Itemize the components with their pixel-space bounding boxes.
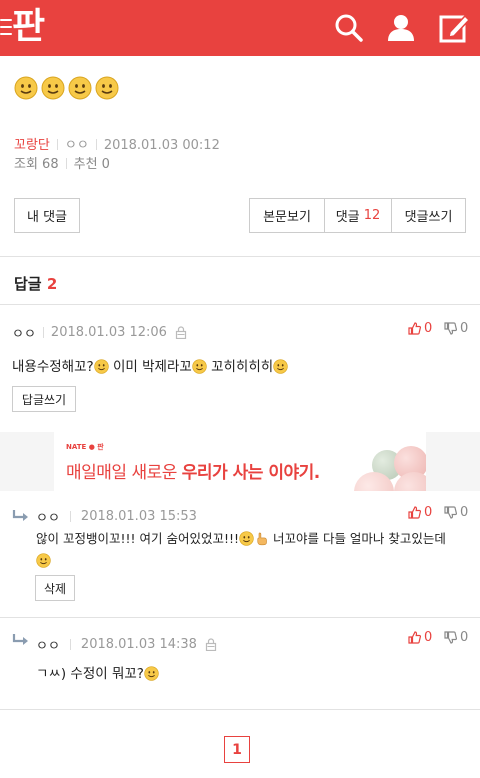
comment-text-part: 않이 꼬정뱅이꼬!!! 여기 숨어있었꼬!!! [36,531,239,546]
thumbs-up-icon [408,322,421,335]
comment-text: 않이 꼬정뱅이꼬!!! 여기 숨어있었꼬!!! 너꼬야를 다들 얼마나 찾고있는… [36,528,472,572]
ad-text-plain: 매일매일 새로운 [66,463,182,483]
smile-emoji-icon [95,76,119,100]
replies-count: 2 [46,275,58,293]
comment-nickname: ㅇㅇ [12,326,36,342]
upvote-button[interactable]: 0 [408,505,432,520]
post-meta: 꼬랑단 ㅇㅇ 2018.01.03 00:12 [14,134,220,153]
ad-text: 매일매일 새로운 우리가 사는 이야기. [66,458,320,483]
comment-header: ㅇㅇ 2018.01.03 12:06 [12,322,187,342]
thumbs-down-icon [444,631,457,644]
upvote-count: 0 [424,505,433,520]
reply-arrow-icon [12,633,30,647]
post-title [14,76,122,102]
post-author[interactable]: 꼬랑단 [14,138,50,153]
post-stats: 조회 68 추천 0 [14,153,110,172]
comment-text: ㄱㅆ) 수정이 뭐꼬? [36,663,159,685]
reply-write-button[interactable]: 답글쓰기 [12,386,76,412]
comment-nickname: ㅇㅇ [36,510,60,526]
smile-emoji-icon [273,359,288,374]
divider [65,158,67,169]
ad-text-bold: 우리가 사는 이야기. [181,463,320,483]
ad-banner-inner[interactable]: NATE ● 판 매일매일 새로운 우리가 사는 이야기. [54,432,426,491]
write-icon[interactable] [438,12,470,44]
divider [69,638,71,650]
smile-emoji-icon [94,359,109,374]
ad-banner[interactable]: NATE ● 판 매일매일 새로운 우리가 사는 이야기. [0,432,480,491]
my-comments-button[interactable]: 내 댓글 [14,198,80,233]
smile-emoji-icon [68,76,92,100]
lock-icon [175,325,187,339]
ad-brand: NATE ● 판 [66,443,104,451]
comment-text-part: 내용수정해꼬? [12,359,94,375]
post-recommends: 추천 0 [73,157,110,172]
comment-date: 2018.01.03 15:53 [80,508,197,524]
upvote-button[interactable]: 0 [408,321,432,336]
comments-label: 댓글 [335,210,360,225]
divider [0,256,480,257]
thumbs-down-icon [444,506,457,519]
comment-nickname: ㅇㅇ [36,638,60,654]
write-comment-button[interactable]: 댓글쓰기 [392,199,465,232]
thumbs-up-icon [408,506,421,519]
page-1-button[interactable]: 1 [224,736,250,763]
smile-emoji-icon [36,553,51,568]
smile-emoji-icon [192,359,207,374]
comments-button[interactable]: 댓글 12 [325,199,392,232]
upvote-count: 0 [424,630,433,645]
thumbs-down-icon [444,322,457,335]
downvote-button[interactable]: 0 [444,321,468,336]
post-date: 2018.01.03 00:12 [103,138,220,153]
downvote-count: 0 [460,505,469,520]
comments-count: 12 [363,208,381,223]
smile-emoji-icon [14,76,38,100]
reply-arrow-icon [12,509,30,523]
divider [42,326,44,338]
comment-text-part: 너꼬야를 다들 얼마나 찾고있는데 [269,531,446,546]
divider [0,304,480,305]
downvote-button[interactable]: 0 [444,630,468,645]
comment-text-part: ㄱㅆ) 수정이 뭐꼬? [36,666,144,682]
divider [69,510,71,522]
upvote-count: 0 [424,321,433,336]
upvote-button[interactable]: 0 [408,630,432,645]
downvote-count: 0 [460,630,469,645]
pann-logo[interactable]: 판 [12,5,45,49]
replies-heading: 답글 2 [14,273,57,294]
search-icon[interactable] [333,12,365,44]
divider [56,139,58,150]
comment-header: ㅇㅇ 2018.01.03 15:53 [36,506,197,526]
downvote-button[interactable]: 0 [444,505,468,520]
post-nickname: ㅇㅇ [64,138,89,153]
replies-label: 답글 [14,275,42,293]
divider [0,617,480,618]
smile-emoji-icon [41,76,65,100]
downvote-count: 0 [460,321,469,336]
delete-button[interactable]: 삭제 [35,575,75,601]
top-bar: 판 [0,0,480,56]
comment-date: 2018.01.03 14:38 [80,636,197,652]
user-icon[interactable] [385,12,417,44]
view-post-button[interactable]: 본문보기 [250,199,325,232]
smile-emoji-icon [144,666,159,681]
comment-text-part: 꼬히히히히 [206,359,274,375]
comment-header: ㅇㅇ 2018.01.03 14:38 [36,634,217,654]
menu-icon[interactable] [0,19,12,36]
post-views: 조회 68 [14,157,59,172]
divider [0,709,480,710]
comment-text-part: 이미 박제라꼬 [108,359,192,375]
lock-icon [205,637,217,651]
divider [95,139,97,150]
pointing-hand-emoji-icon [254,531,269,546]
comment-date: 2018.01.03 12:06 [50,324,167,340]
post-action-group: 본문보기 댓글 12 댓글쓰기 [249,198,466,233]
thumbs-up-icon [408,631,421,644]
comment-text: 내용수정해꼬? 이미 박제라꼬 꼬히히히히 [12,356,288,378]
smile-emoji-icon [239,531,254,546]
